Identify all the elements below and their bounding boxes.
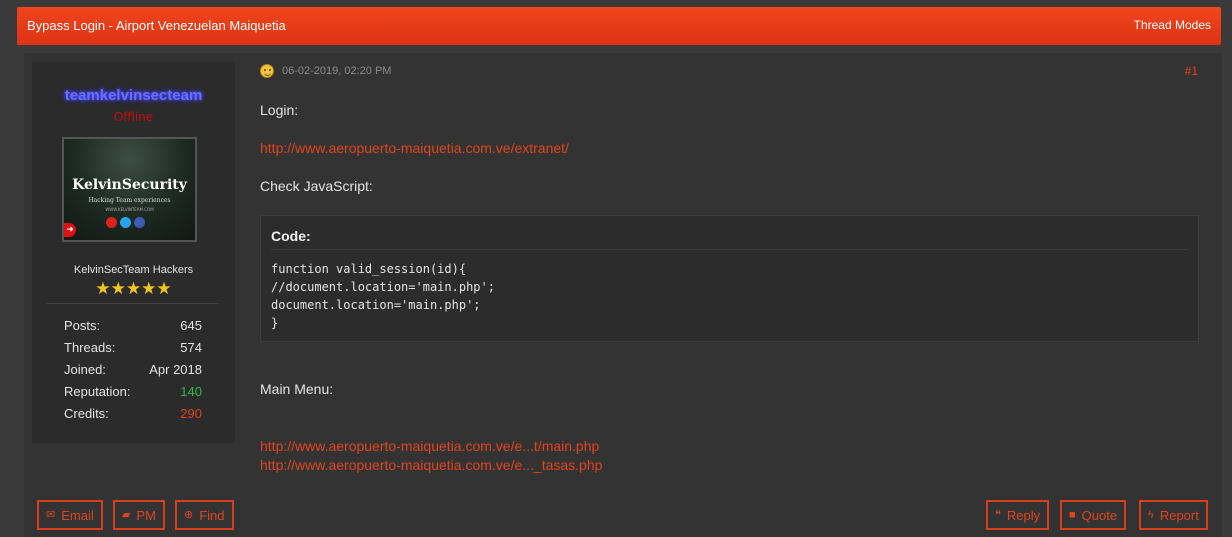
post-number-link[interactable]: #1 xyxy=(1185,64,1198,78)
stat-label: Threads: xyxy=(64,340,116,355)
stat-row-joined: Joined: Apr 2018 xyxy=(64,361,202,383)
author-username[interactable]: teamkelvinsecteam xyxy=(32,87,235,104)
pm-button-label: PM xyxy=(136,507,156,523)
author-usergroup: KelvinSecTeam Hackers xyxy=(73,264,194,276)
smiley-icon xyxy=(260,64,274,78)
reply-button-label: Reply xyxy=(1006,507,1041,523)
stat-label: Reputation: xyxy=(64,384,131,399)
post-date: 06-02-2019, 02:20 PM xyxy=(282,65,392,77)
stat-value: Apr 2018 xyxy=(149,362,202,377)
facebook-icon xyxy=(134,217,145,228)
avatar-social-icons xyxy=(106,217,145,228)
report-button[interactable]: ϟ Report xyxy=(1139,500,1208,530)
square-icon: ■ xyxy=(1069,508,1076,521)
main-menu-label: Main Menu: xyxy=(260,381,334,397)
stat-row-threads: Threads: 574 xyxy=(64,339,202,361)
find-button-label: Find xyxy=(199,507,225,523)
main-menu-link-1[interactable]: http://www.aeropuerto-maiquetia.com.ve/e… xyxy=(260,438,599,454)
reply-button[interactable]: ❝ Reply xyxy=(986,500,1050,530)
pm-button[interactable]: ▰ PM xyxy=(113,500,165,530)
login-url-link[interactable]: http://www.aeropuerto-maiquetia.com.ve/e… xyxy=(260,140,569,156)
bolt-icon: ϟ xyxy=(1148,508,1154,521)
post: teamkelvinsecteam Offline KelvinSecurity… xyxy=(24,53,1222,537)
stat-value[interactable]: 140 xyxy=(180,383,202,405)
quote-icon: ❝ xyxy=(995,508,1001,521)
find-button[interactable]: ⊕ Find xyxy=(175,500,234,530)
stat-label: Joined: xyxy=(64,362,106,377)
check-js-label: Check JavaScript: xyxy=(260,178,373,194)
avatar-title: KelvinSecurity xyxy=(72,177,187,193)
comments-icon: ▰ xyxy=(122,508,131,521)
author-status: Offline xyxy=(113,110,154,124)
author-divider xyxy=(46,303,219,304)
thread-header: Bypass Login - Airport Venezuelan Maique… xyxy=(17,7,1221,45)
author-panel: teamkelvinsecteam Offline KelvinSecurity… xyxy=(32,62,235,443)
stat-row-credits: Credits: 290 xyxy=(64,405,202,427)
stat-row-reputation: Reputation: 140 xyxy=(64,383,202,405)
quote-button[interactable]: ■ Quote xyxy=(1060,500,1127,530)
search-icon: ⊕ xyxy=(184,508,194,521)
code-title: Code: xyxy=(271,228,311,244)
avatar-url: WWW.KELVINTEAM.COM xyxy=(105,207,154,212)
report-button-label: Report xyxy=(1159,507,1199,523)
envelope-icon: ✉ xyxy=(46,508,56,521)
youtube-icon xyxy=(106,217,117,228)
quote-button-label: Quote xyxy=(1081,507,1118,523)
stat-row-posts: Posts: 645 xyxy=(64,317,202,339)
code-block: Code: function valid_session(id){ //docu… xyxy=(260,215,1199,342)
code-divider xyxy=(271,249,1188,250)
stat-label: Posts: xyxy=(64,318,101,333)
main-menu-link-2[interactable]: http://www.aeropuerto-maiquetia.com.ve/e… xyxy=(260,457,602,473)
stat-label: Credits: xyxy=(64,406,109,421)
login-label: Login: xyxy=(260,102,299,118)
author-stats: Posts: 645 Threads: 574 Joined: Apr 2018… xyxy=(64,317,202,427)
thread-title: Bypass Login - Airport Venezuelan Maique… xyxy=(27,18,286,33)
stat-value: 290 xyxy=(180,406,202,421)
avatar-subtitle: Hacking Team experiences xyxy=(88,197,171,204)
twitter-icon xyxy=(120,217,131,228)
email-button-label: Email xyxy=(61,507,94,523)
rating-stars: ★★★★★ xyxy=(95,279,172,299)
stat-value[interactable]: 574 xyxy=(180,339,202,361)
email-button[interactable]: ✉ Email xyxy=(37,500,103,530)
avatar[interactable]: KelvinSecurity Hacking Team experiences … xyxy=(62,137,197,242)
code-content[interactable]: function valid_session(id){ //document.l… xyxy=(271,260,495,332)
stat-value[interactable]: 645 xyxy=(180,317,202,339)
thread-modes-link[interactable]: Thread Modes xyxy=(1134,18,1211,32)
